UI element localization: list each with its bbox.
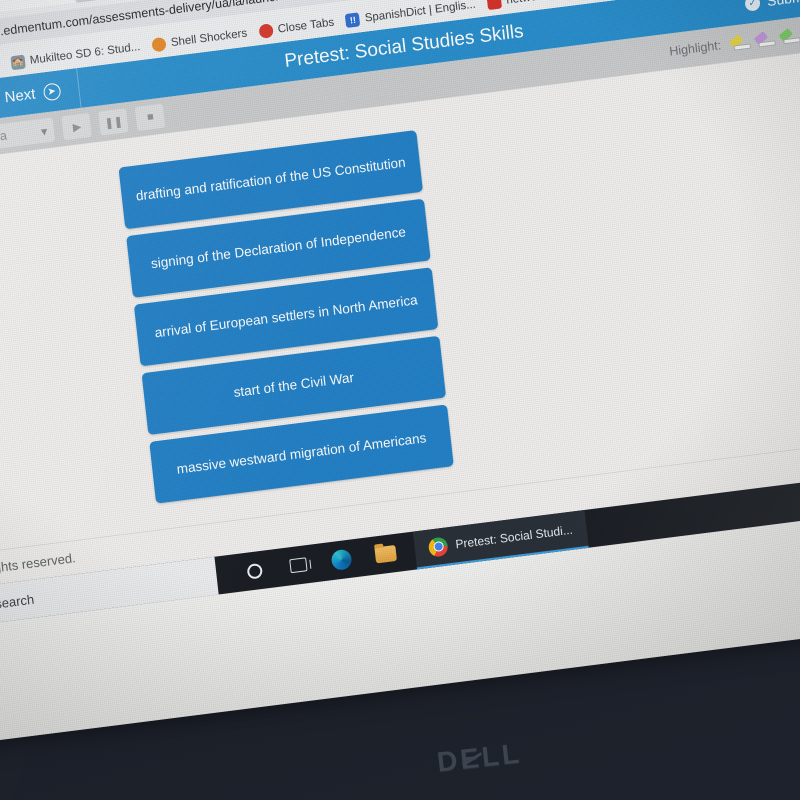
stop-button[interactable]: ■ xyxy=(135,103,166,131)
closetabs-icon xyxy=(258,22,274,39)
submit-test-label: Submit Test xyxy=(766,0,800,9)
bookmark-label: Close Tabs xyxy=(277,16,335,36)
highlighter-green-icon[interactable] xyxy=(779,27,800,45)
highlight-label: Highlight: xyxy=(668,38,722,59)
stop-icon: ■ xyxy=(146,110,155,124)
ordering-card-list: drafting and ratification of the US Cons… xyxy=(118,130,454,504)
highlighter-yellow-icon[interactable] xyxy=(729,34,750,52)
voice-select[interactable]: Ava ▾ xyxy=(0,117,56,151)
bookmark-item[interactable]: Close Tabs xyxy=(258,15,335,39)
taskbar-window-title: Pretest: Social Studi... xyxy=(454,522,574,552)
tab-title: Clever | Portal xyxy=(0,0,65,4)
photo-of-laptop-screen: ...SS - PLA0 ✕ C Clever | Portal e Prete… xyxy=(0,0,800,800)
highlighter-palette xyxy=(729,24,800,52)
play-button[interactable]: ▶ xyxy=(61,112,93,141)
school-icon: 🏫 xyxy=(10,54,26,70)
chrome-icon xyxy=(427,535,449,558)
cortana-icon[interactable] xyxy=(241,557,267,584)
shellshockers-icon xyxy=(151,36,167,52)
pause-button[interactable]: ❚❚ xyxy=(98,108,129,136)
taskbar-search-placeholder: e here to search xyxy=(0,591,35,618)
laptop-screen: ...SS - PLA0 ✕ C Clever | Portal e Prete… xyxy=(0,0,800,749)
arrow-right-circle-icon: ➤ xyxy=(42,81,62,101)
check-circle-icon: ✓ xyxy=(744,0,761,12)
voice-select-value: Ava xyxy=(0,128,8,146)
networks-icon xyxy=(486,0,503,10)
task-view-icon[interactable] xyxy=(285,552,311,579)
edge-icon[interactable] xyxy=(328,546,354,573)
highlighter-purple-icon[interactable] xyxy=(754,31,775,49)
spanishdict-icon: !! xyxy=(345,11,361,28)
chevron-down-icon: ▾ xyxy=(40,123,49,139)
pause-icon: ❚❚ xyxy=(103,115,124,130)
bookmark-item[interactable]: Shell Shockers xyxy=(151,26,248,52)
play-icon: ▶ xyxy=(72,120,82,134)
next-question-label: Next xyxy=(3,85,37,106)
file-explorer-icon[interactable] xyxy=(372,541,398,568)
bookmark-label: Shell Shockers xyxy=(170,27,248,49)
